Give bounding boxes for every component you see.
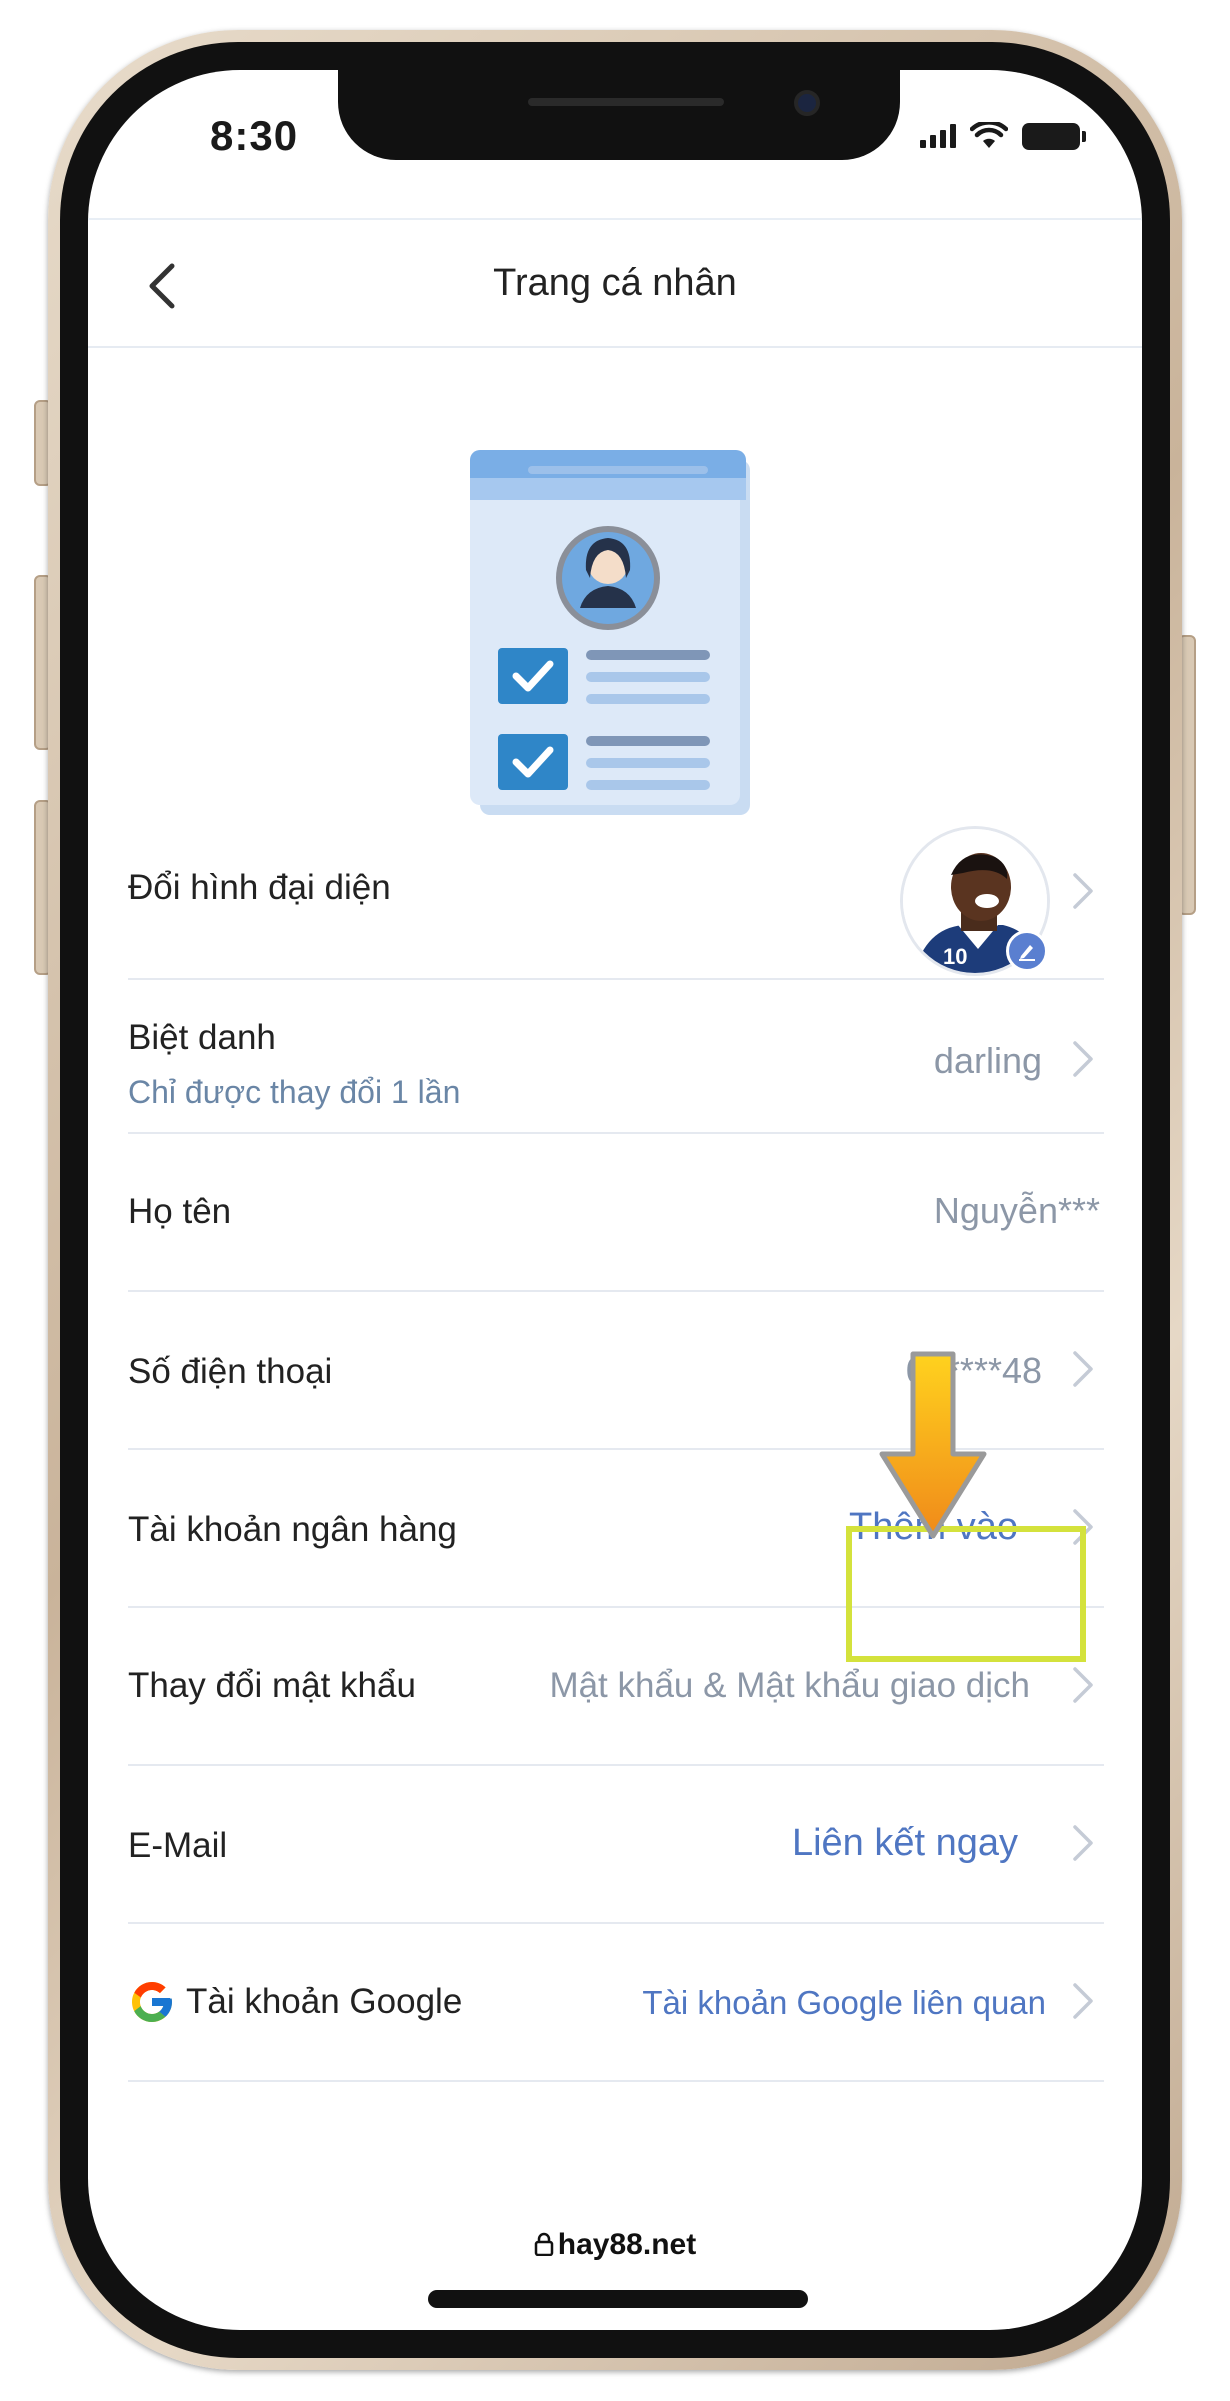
- avatar-row-label: Đổi hình đại diện: [128, 868, 391, 907]
- wifi-icon: [970, 122, 1008, 148]
- profile-card-illustration: [470, 450, 750, 815]
- chevron-right-icon: [1073, 1041, 1093, 1077]
- email-row[interactable]: E-Mail Liên kết ngay: [128, 1766, 1104, 1924]
- phone-screen: 8:30 Trang cá nhân Đổi hình đại diện 10 …: [88, 70, 1142, 2330]
- fullname-row: Họ tên Nguyễn***: [128, 1134, 1104, 1292]
- avatar-row[interactable]: Đổi hình đại diện 10: [128, 800, 1104, 980]
- footer-domain: hay88.net: [88, 2228, 1142, 2262]
- chevron-right-icon: [1073, 873, 1093, 909]
- speaker-grille: [528, 98, 724, 106]
- chevron-right-icon: [1073, 1983, 1093, 2019]
- fullname-value: Nguyễn***: [933, 1190, 1100, 1231]
- chevron-right-icon: [1073, 1509, 1093, 1545]
- google-account-row[interactable]: Tài khoản Google Tài khoản Google liên q…: [128, 1924, 1104, 2082]
- notch: [338, 70, 900, 160]
- change-password-value: Mật khẩu & Mật khẩu giao dịch: [549, 1666, 1030, 1705]
- google-account-label: Tài khoản Google: [186, 1982, 463, 2021]
- pencil-icon: [1019, 945, 1035, 961]
- page-title: Trang cá nhân: [493, 262, 737, 304]
- svg-text:10: 10: [943, 944, 967, 969]
- change-password-label: Thay đổi mật khẩu: [128, 1666, 416, 1705]
- chevron-right-icon: [1073, 1825, 1093, 1861]
- nickname-hint: Chỉ được thay đổi 1 lần: [128, 1074, 461, 1110]
- google-linked-button[interactable]: Tài khoản Google liên quan: [642, 1984, 1046, 2022]
- battery-icon: [1022, 122, 1086, 150]
- front-camera: [794, 90, 820, 116]
- fullname-label: Họ tên: [128, 1192, 232, 1231]
- status-time: 8:30: [210, 112, 299, 159]
- change-password-row[interactable]: Thay đổi mật khẩu Mật khẩu & Mật khẩu gi…: [128, 1608, 1104, 1766]
- edit-avatar-button[interactable]: [1006, 930, 1048, 972]
- cellular-signal-icon: [920, 124, 956, 148]
- nickname-label: Biệt danh: [128, 1018, 276, 1057]
- footer-domain-text: hay88.net: [557, 2228, 697, 2261]
- chevron-right-icon: [1073, 1351, 1093, 1387]
- nickname-row[interactable]: Biệt danh Chỉ được thay đổi 1 lần darlin…: [128, 980, 1104, 1134]
- nickname-value: darling: [933, 1040, 1042, 1081]
- email-label: E-Mail: [128, 1826, 228, 1865]
- bank-account-label: Tài khoản ngân hàng: [128, 1510, 457, 1549]
- arrow-down-icon: [879, 1351, 987, 1539]
- home-indicator[interactable]: [428, 2290, 808, 2308]
- phone-label: Số điện thoại: [128, 1352, 333, 1391]
- link-email-button[interactable]: Liên kết ngay: [792, 1822, 1018, 1865]
- lock-icon: [534, 2232, 554, 2257]
- chevron-right-icon: [1073, 1667, 1093, 1703]
- google-icon: [132, 1982, 172, 2022]
- status-icons: [920, 122, 1086, 150]
- app-header: Trang cá nhân: [88, 220, 1142, 348]
